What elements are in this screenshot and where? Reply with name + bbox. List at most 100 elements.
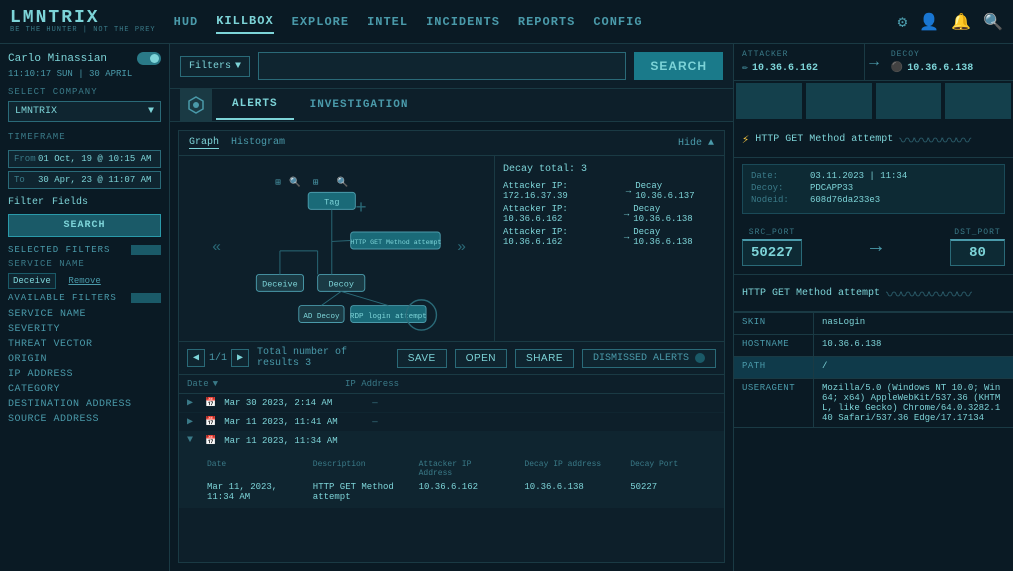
nav-item-explore[interactable]: EXPLORE xyxy=(292,11,349,33)
main-layout: Carlo Minassian 11:10:17 SUN | 30 APRIL … xyxy=(0,44,1013,571)
row-dash: — xyxy=(372,398,377,408)
filters-button[interactable]: Filters ▼ xyxy=(180,56,250,77)
hexagon-icon xyxy=(186,95,206,115)
nav-item-hud[interactable]: HUD xyxy=(174,11,199,33)
right-panel: Attacker ✏ 10.36.6.162 → Decoy ⚫ 10.36.6… xyxy=(733,44,1013,571)
table-row[interactable]: ▶ 📅 Mar 11 2023, 11:41 AM — xyxy=(179,413,724,432)
decoy-edit-icon: ⚫ xyxy=(891,62,903,74)
settings-icon[interactable]: ⚙ xyxy=(898,12,908,32)
table-row-expanded[interactable]: ▼ 📅 Mar 11 2023, 11:34 AM Date Descripti… xyxy=(179,432,724,508)
graph-content: « » ⊞ 🔍 ⊞ 🔍 + Tag xyxy=(179,156,724,341)
dt-path-val: / xyxy=(814,357,1013,378)
detail-col-desc: Description xyxy=(313,460,399,478)
search-submit-button[interactable]: SEARCH xyxy=(634,52,723,80)
timeframe-label: TIMEFRAME xyxy=(8,132,161,142)
page-next-button[interactable]: ▶ xyxy=(231,349,249,367)
dismissed-dot xyxy=(695,353,705,363)
save-button[interactable]: SAVE xyxy=(397,349,447,368)
svg-text:Tag: Tag xyxy=(324,198,339,208)
src-port-group: SRC_PORT 50227 xyxy=(742,228,802,266)
ports-area: SRC_PORT 50227 → DST_PORT 80 xyxy=(734,220,1013,275)
filter-origin[interactable]: ORIGIN xyxy=(8,352,161,367)
table-container: Date ▼ IP Address ▶ 📅 Mar 30 2023, 2:14 … xyxy=(179,374,724,508)
user-name: Carlo Minassian xyxy=(8,53,107,65)
filter-category[interactable]: CaTeGoRY xyxy=(8,382,161,397)
decay-row-1: Attacker IP: 172.16.37.39 → Decay 10.36.… xyxy=(503,181,716,201)
fields-link[interactable]: Fields xyxy=(52,197,88,208)
nav-item-reports[interactable]: REPORTS xyxy=(518,11,575,33)
nav-item-intel[interactable]: INTEL xyxy=(367,11,408,33)
nav-item-killbox[interactable]: KILLBOX xyxy=(216,10,273,34)
info-row-decoy: Decoy: PDCAPP33 xyxy=(751,183,996,193)
filters-label: Filters xyxy=(189,61,231,72)
svg-text:+: + xyxy=(355,197,366,219)
expand-icon: ▶ xyxy=(187,397,197,409)
filter-service-name[interactable]: SERVICE NAME xyxy=(8,307,161,322)
expand-icon: ▶ xyxy=(187,416,197,428)
bell-icon[interactable]: 🔔 xyxy=(951,12,971,32)
nav-icons: ⚙ 👤 🔔 🔍 xyxy=(898,12,1003,32)
company-select[interactable]: LMNTRIX ▼ xyxy=(8,101,161,122)
filter-ip-address[interactable]: iP ADDRESS xyxy=(8,367,161,382)
hide-button[interactable]: Hide ▲ xyxy=(678,138,714,149)
user-toggle[interactable] xyxy=(137,52,161,65)
edit-icon: ✏ xyxy=(742,62,748,74)
available-filters-header: AVAILABLE FILTERS xyxy=(8,293,161,303)
from-input[interactable]: From 01 Oct, 19 @ 10:15 AM xyxy=(8,150,161,168)
search-icon[interactable]: 🔍 xyxy=(983,12,1003,32)
left-sidebar: Carlo Minassian 11:10:17 SUN | 30 APRIL … xyxy=(0,44,170,571)
method-label-2: HTTP GET Method attempt 〰〰〰〰〰〰 xyxy=(734,275,1013,312)
tab-investigation[interactable]: INVESTIGATION xyxy=(294,91,425,119)
filter-threat-vector[interactable]: THREAT VECTOR xyxy=(8,337,161,352)
expand-icon: ▼ xyxy=(187,435,197,446)
svg-text:»: » xyxy=(457,238,466,256)
attacker-decoy-row: Attacker ✏ 10.36.6.162 → Decoy ⚫ 10.36.6… xyxy=(734,44,1013,81)
results-total-text: Total number of results 3 xyxy=(257,347,389,369)
detail-val-attacker: 10.36.6.162 xyxy=(419,482,505,502)
open-button[interactable]: OPEN xyxy=(455,349,507,368)
page-prev-button[interactable]: ◀ xyxy=(187,349,205,367)
share-button[interactable]: SHARE xyxy=(515,349,574,368)
dismissed-alerts-button[interactable]: DISMISSED ALERTS xyxy=(582,349,716,368)
attacker-box: Attacker ✏ 10.36.6.162 xyxy=(734,44,865,80)
method-label-1: ⚡ HTTP GET Method attempt 〰〰〰〰〰 xyxy=(734,121,1013,158)
svg-text:⊞: ⊞ xyxy=(275,177,281,188)
dt-skin-val: nasLogin xyxy=(814,313,1013,334)
sort-icon: ▼ xyxy=(213,379,218,389)
service-name-label: SERVICE NAME xyxy=(8,259,161,269)
detail-row-path: PATH / xyxy=(734,357,1013,379)
filter-link[interactable]: Filter xyxy=(8,197,44,208)
graph-tab-histogram[interactable]: Histogram xyxy=(231,137,285,149)
nav-item-incidents[interactable]: INCIDENTS xyxy=(426,11,500,33)
to-value: 30 Apr, 23 @ 11:07 AM xyxy=(38,175,151,185)
sidebar-search-button[interactable]: SEARCH xyxy=(8,214,161,237)
from-value: 01 Oct, 19 @ 10:15 AM xyxy=(38,154,151,164)
user-icon[interactable]: 👤 xyxy=(919,12,939,32)
tab-alerts[interactable]: ALERTS xyxy=(216,90,294,120)
nav-item-config[interactable]: CONFIG xyxy=(593,11,642,33)
top-navigation: LMNTRIX BE THE HUNTER | NOT THE PREY HUD… xyxy=(0,0,1013,44)
selected-filters-header: SELECTED FILTERS xyxy=(8,245,161,255)
filter-destination-address[interactable]: DESTINATION ADDRESS xyxy=(8,397,161,412)
row-date: Mar 30 2023, 2:14 AM xyxy=(224,398,364,408)
method-text: HTTP GET Method attempt xyxy=(755,134,893,145)
color-bar-2 xyxy=(806,83,872,119)
info-row-nodeid: Nodeid: 608d76da233e3 xyxy=(751,195,996,205)
graph-container: Graph Histogram Hide ▲ « » ⊞ 🔍 xyxy=(178,130,725,563)
dt-useragent-key: USERAGENT xyxy=(734,379,814,427)
graph-header: Graph Histogram Hide ▲ xyxy=(179,131,724,156)
graph-tab-graph[interactable]: Graph xyxy=(189,137,219,149)
center-panel: Filters ▼ SEARCH ALERTS INVESTIGATION Gr… xyxy=(170,44,733,571)
remove-filter-link[interactable]: Remove xyxy=(68,276,100,286)
table-row[interactable]: ▶ 📅 Mar 30 2023, 2:14 AM — xyxy=(179,394,724,413)
to-input[interactable]: To 30 Apr, 23 @ 11:07 AM xyxy=(8,171,161,189)
calendar-icon: 📅 xyxy=(205,417,216,427)
filter-source-address[interactable]: sourcE ADDRESS xyxy=(8,412,161,427)
search-input[interactable] xyxy=(258,52,626,80)
decay-row-2: Attacker IP: 10.36.6.162 → Decay 10.36.6… xyxy=(503,204,716,224)
dt-useragent-val: Mozilla/5.0 (Windows NT 10.0; Win64; x64… xyxy=(814,379,1013,427)
svg-text:AD Decoy: AD Decoy xyxy=(303,313,340,321)
graph-tabs: Graph Histogram xyxy=(189,137,285,149)
info-date-label: Date: xyxy=(751,171,806,181)
filter-severity[interactable]: SEVERITY xyxy=(8,322,161,337)
